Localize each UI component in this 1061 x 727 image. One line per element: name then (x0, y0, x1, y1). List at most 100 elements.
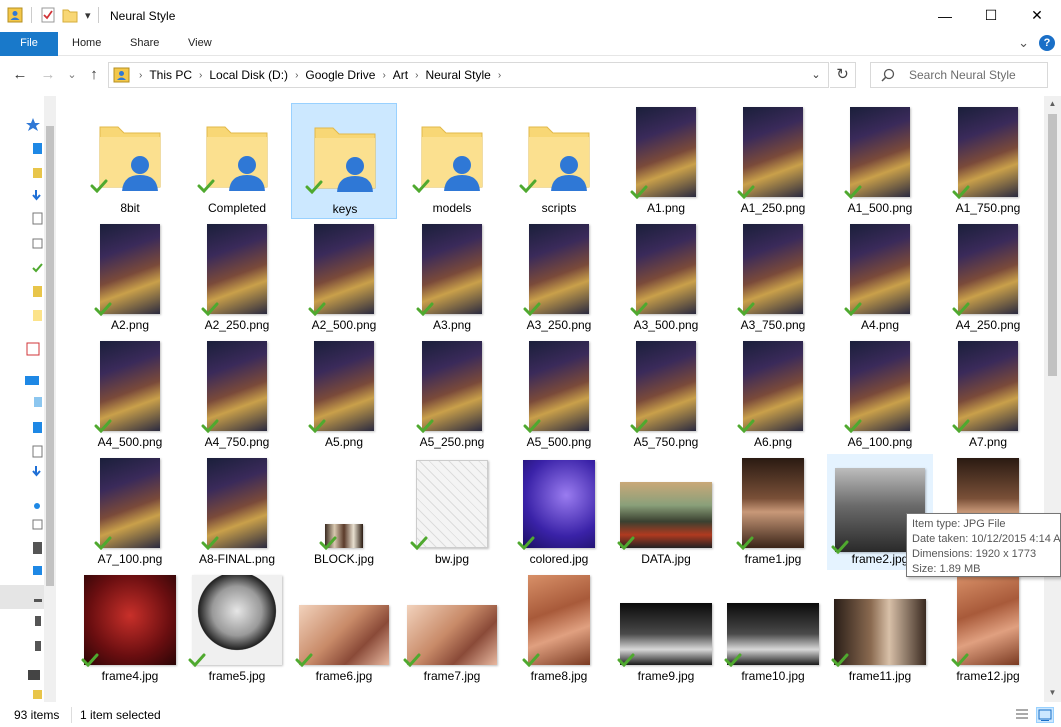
file-item-a5-750-png[interactable]: A5_750.png (613, 337, 719, 453)
file-item-a2-250-png[interactable]: A2_250.png (184, 220, 290, 336)
address-bar[interactable]: › This PC › Local Disk (D:) › Google Dri… (108, 62, 829, 88)
close-button[interactable]: ✕ (1014, 0, 1060, 31)
image-thumbnail (314, 341, 374, 431)
file-item-a2-500-png[interactable]: A2_500.png (291, 220, 397, 336)
sync-check-icon (308, 419, 326, 434)
breadcrumb-art[interactable]: Art (388, 68, 413, 82)
file-item-frame9-jpg[interactable]: frame9.jpg (613, 571, 719, 687)
file-item-a1-750-png[interactable]: A1_750.png (935, 103, 1041, 219)
sync-check-icon (201, 419, 219, 434)
help-icon[interactable]: ? (1039, 35, 1055, 51)
file-list: 8bit Completed keys models scripts A1.png A1_2… (60, 96, 1044, 702)
checklist-icon[interactable] (39, 6, 57, 24)
file-item-a8-final-png[interactable]: A8-FINAL.png (184, 454, 290, 570)
file-item-bw-jpg[interactable]: bw.jpg (399, 454, 505, 570)
scroll-thumb[interactable] (1048, 114, 1057, 376)
folder-item-scripts[interactable]: scripts (506, 103, 612, 219)
back-button[interactable]: ← (10, 65, 30, 85)
file-item-frame11-jpg[interactable]: frame11.jpg (827, 571, 933, 687)
maximize-button[interactable]: ☐ (968, 0, 1014, 31)
breadcrumb-separator-icon[interactable]: › (197, 70, 204, 81)
tab-home[interactable]: Home (58, 32, 115, 56)
file-item-a2-png[interactable]: A2.png (77, 220, 183, 336)
breadcrumb-google-drive[interactable]: Google Drive (300, 68, 380, 82)
search-box[interactable] (870, 62, 1048, 88)
file-item-a7-png[interactable]: A7.png (935, 337, 1041, 453)
file-item-frame4-jpg[interactable]: frame4.jpg (77, 571, 183, 687)
navigation-pane-scroll-thumb[interactable] (46, 126, 54, 586)
file-item-frame8-jpg[interactable]: frame8.jpg (506, 571, 612, 687)
sync-check-icon (522, 653, 540, 668)
file-item-a4-500-png[interactable]: A4_500.png (77, 337, 183, 453)
forward-button[interactable]: → (38, 65, 58, 85)
folder-item-8bit[interactable]: 8bit (77, 103, 183, 219)
breadcrumb-separator-icon[interactable]: › (380, 70, 387, 81)
file-item-a6-100-png[interactable]: A6_100.png (827, 337, 933, 453)
image-thumbnail (850, 341, 910, 431)
sync-check-icon (523, 302, 541, 317)
pictures-icon (32, 519, 43, 530)
file-item-a5-250-png[interactable]: A5_250.png (399, 337, 505, 453)
file-item-a6-png[interactable]: A6.png (720, 337, 826, 453)
file-item-a1-png[interactable]: A1.png (613, 103, 719, 219)
breadcrumb-separator-icon[interactable]: › (413, 70, 420, 81)
tab-share[interactable]: Share (116, 32, 173, 56)
image-thumbnail (850, 224, 910, 314)
file-item-a4-750-png[interactable]: A4_750.png (184, 337, 290, 453)
sync-check-icon (416, 419, 434, 434)
breadcrumb-separator-icon[interactable]: › (137, 70, 144, 81)
expand-ribbon-chevron-icon[interactable]: ⌄ (1018, 35, 1029, 51)
file-item-a1-500-png[interactable]: A1_500.png (827, 103, 933, 219)
breadcrumb-local-disk[interactable]: Local Disk (D:) (204, 68, 293, 82)
file-item-a4-png[interactable]: A4.png (827, 220, 933, 336)
image-thumbnail (636, 224, 696, 314)
search-input[interactable] (909, 67, 1043, 83)
folder-item-completed[interactable]: Completed (184, 103, 290, 219)
folder-item-models[interactable]: models (399, 103, 505, 219)
file-item-frame5-jpg[interactable]: frame5.jpg (184, 571, 290, 687)
file-item-data-jpg[interactable]: DATA.jpg (613, 454, 719, 570)
recent-locations-button[interactable]: ⌄ (62, 65, 82, 85)
file-item-a5-500-png[interactable]: A5_500.png (506, 337, 612, 453)
item-label: A2_250.png (204, 318, 270, 332)
file-item-colored-jpg[interactable]: colored.jpg (506, 454, 612, 570)
file-item-a3-250-png[interactable]: A3_250.png (506, 220, 612, 336)
vertical-scrollbar[interactable]: ▲ ▼ (1044, 96, 1061, 702)
breadcrumb-separator-icon[interactable]: › (293, 70, 300, 81)
file-item-frame10-jpg[interactable]: frame10.jpg (720, 571, 826, 687)
file-item-a1-250-png[interactable]: A1_250.png (720, 103, 826, 219)
navigation-pane-icons (25, 118, 43, 699)
scroll-up-arrow-icon[interactable]: ▲ (1047, 99, 1058, 110)
file-item-a4-250-png[interactable]: A4_250.png (935, 220, 1041, 336)
large-icons-view-button[interactable] (1036, 707, 1054, 723)
file-item-a7-100-png[interactable]: A7_100.png (77, 454, 183, 570)
file-item-a3-750-png[interactable]: A3_750.png (720, 220, 826, 336)
file-item-frame6-jpg[interactable]: frame6.jpg (291, 571, 397, 687)
scroll-down-arrow-icon[interactable]: ▼ (1047, 688, 1058, 699)
breadcrumb-separator-icon[interactable]: › (496, 70, 503, 81)
customize-toolbar-chevron-icon[interactable]: ▾ (85, 9, 91, 22)
details-view-button[interactable] (1014, 707, 1032, 723)
properties-icon[interactable] (6, 6, 24, 24)
breadcrumb-this-pc[interactable]: This PC (144, 68, 197, 82)
file-item-frame12-jpg[interactable]: frame12.jpg (935, 571, 1041, 687)
file-item-frame7-jpg[interactable]: frame7.jpg (399, 571, 505, 687)
file-item-a5-png[interactable]: A5.png (291, 337, 397, 453)
refresh-button[interactable]: ↻ (830, 62, 856, 88)
up-button[interactable]: ↑ (84, 65, 104, 85)
drive-icon (34, 599, 42, 602)
tab-file[interactable]: File (0, 32, 58, 56)
item-label: A4_500.png (97, 435, 163, 449)
minimize-button[interactable]: — (922, 0, 968, 31)
folder-item-keys[interactable]: keys (291, 103, 397, 219)
item-label: A1_250.png (740, 201, 806, 215)
breadcrumb-neural-style[interactable]: Neural Style (420, 68, 495, 82)
tab-view[interactable]: View (174, 32, 226, 56)
file-item-a3-500-png[interactable]: A3_500.png (613, 220, 719, 336)
file-item-a3-png[interactable]: A3.png (399, 220, 505, 336)
file-item-frame1-jpg[interactable]: frame1.jpg (720, 454, 826, 570)
file-item-block-jpg[interactable]: BLOCK.jpg (291, 454, 397, 570)
item-label: frame5.jpg (208, 669, 266, 683)
address-history-chevron-icon[interactable]: ⌄ (804, 63, 828, 87)
new-folder-icon[interactable] (61, 6, 79, 24)
